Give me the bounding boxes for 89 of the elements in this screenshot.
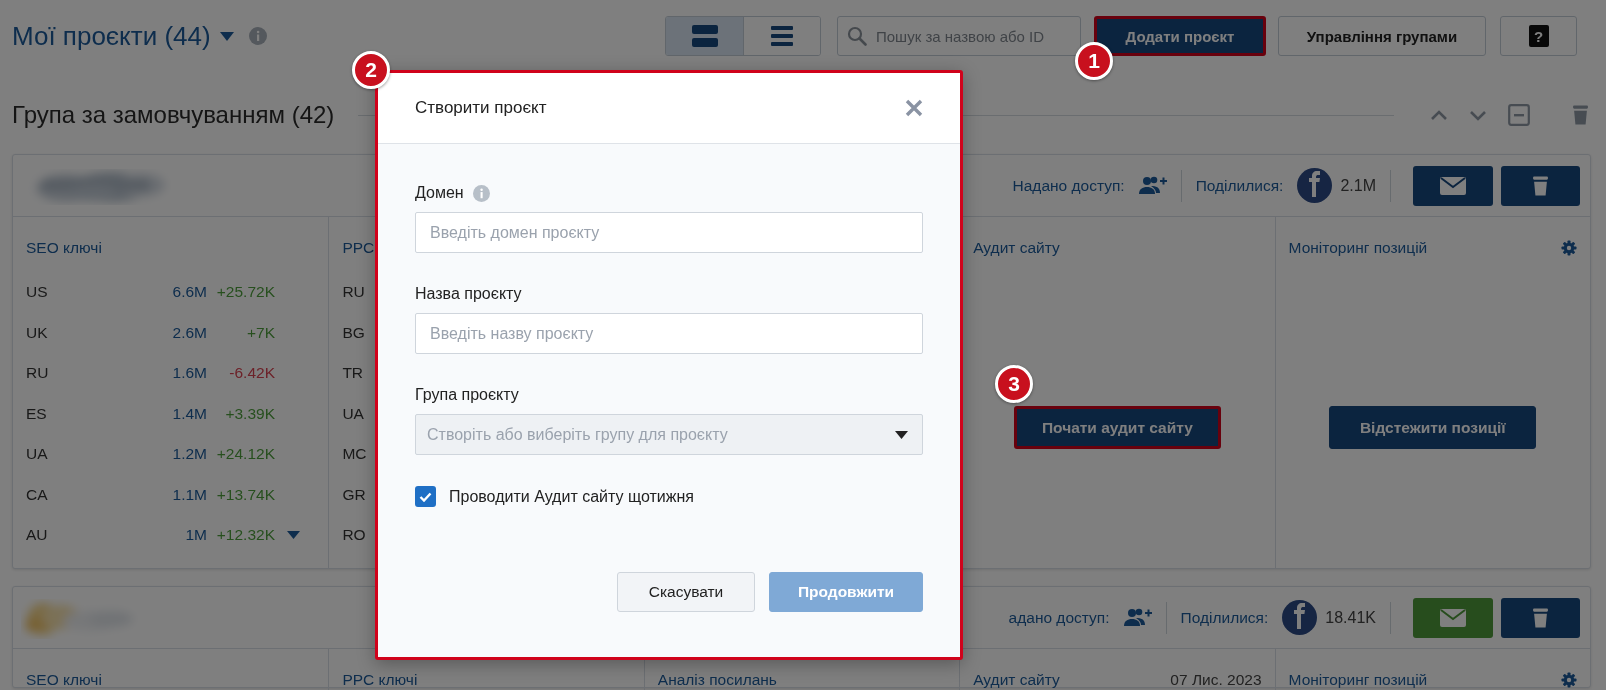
field-label: Домен (415, 184, 464, 202)
input-field[interactable]: Введіть назву проєкту (415, 313, 923, 354)
input-field[interactable]: Введіть домен проєкту (415, 212, 923, 253)
group-title: Група за замовчуванням (42) (12, 101, 335, 129)
social-icon[interactable] (1282, 600, 1318, 635)
close-icon[interactable] (905, 99, 923, 117)
social-icon[interactable] (1297, 168, 1333, 203)
email-button[interactable] (1413, 165, 1493, 206)
keyword-change: -6.42K (228, 364, 275, 383)
trash-icon (1532, 606, 1549, 629)
caret-icon[interactable] (219, 31, 234, 41)
access-label: Надано доступ: (1012, 176, 1125, 195)
action-button[interactable]: Почати аудит сайту (1013, 406, 1221, 449)
keyword-count[interactable]: 6.6M (147, 283, 207, 302)
mail-icon (1440, 608, 1466, 627)
keyword-change: +3.39K (224, 404, 275, 423)
country-code: CA (26, 485, 49, 504)
mail-icon (1440, 176, 1466, 195)
country-code: ES (26, 404, 48, 423)
keyword-count[interactable]: 1.2M (147, 445, 207, 464)
audit-date: 07 Лис. 2023 (1170, 671, 1262, 689)
trash-icon (1532, 174, 1549, 197)
chevron-up-icon[interactable] (1430, 109, 1448, 121)
column-title[interactable]: Аудит сайту (973, 671, 1060, 689)
column-title[interactable]: Аналіз посилань (657, 671, 777, 689)
view-toggle[interactable] (743, 17, 820, 55)
delete-button[interactable] (1501, 165, 1580, 206)
country-code: RU (26, 364, 50, 383)
country-code: US (26, 283, 49, 302)
manage-groups-button[interactable]: Управління групами (1278, 16, 1486, 56)
caret-icon[interactable] (286, 531, 300, 540)
column-title[interactable]: Моніторинг позицій (1288, 239, 1428, 257)
country-code: GR (342, 485, 366, 504)
action-button[interactable]: Відстежити позиції (1329, 406, 1537, 449)
list-view-icon (771, 25, 793, 47)
keyword-change: +25.72K (215, 283, 275, 302)
field-label: Назва проєкту (415, 285, 522, 303)
country-code: BG (342, 323, 365, 342)
check-icon (419, 491, 432, 502)
country-code: UK (26, 323, 49, 342)
country-code: UA (26, 445, 49, 464)
help-button[interactable]: ? (1500, 16, 1577, 56)
dialog-title: Створити проєкт (415, 98, 547, 118)
country-code: RO (342, 526, 366, 545)
column-title[interactable]: Аудит сайту (973, 239, 1060, 257)
column-title[interactable]: Моніторинг позицій (1288, 671, 1428, 689)
checkbox[interactable]: Проводити Аудит сайту щотижня (415, 486, 923, 507)
keyword-count[interactable]: 1.6M (147, 364, 207, 383)
shared-label: Поділилися: (1180, 608, 1269, 627)
keyword-count[interactable]: 2.6M (147, 323, 207, 342)
settings-icon[interactable] (1561, 240, 1577, 256)
field-label: Група проєкту (415, 386, 519, 404)
column-title[interactable]: SEO ключі (26, 671, 102, 689)
step-badge: 1 (1075, 42, 1113, 80)
country-code: RU (342, 283, 365, 302)
select-field[interactable]: Створіть або виберіть групу для проєкту (415, 414, 923, 455)
delete-button[interactable] (1501, 597, 1580, 638)
keyword-count[interactable]: 1M (147, 526, 207, 545)
country-code: UA (342, 404, 364, 423)
keyword-change: +13.74K (215, 485, 275, 504)
search-icon (847, 26, 867, 46)
email-button[interactable] (1413, 597, 1493, 638)
column-title[interactable]: SEO ключі (26, 239, 102, 257)
keyword-change: +24.12K (215, 445, 275, 464)
keyword-count[interactable]: 1.1M (147, 485, 207, 504)
share-count: 18.41K (1325, 608, 1376, 627)
page-title: Мої проєкти (44) (12, 20, 211, 52)
keyword-change: +12.32K (215, 526, 275, 545)
country-code: MC (342, 445, 367, 464)
column-title[interactable]: PPC ключі (342, 671, 418, 689)
country-code: TR (342, 364, 364, 383)
column-title[interactable]: PPC (342, 239, 375, 257)
share-count: 2.1M (1340, 176, 1376, 195)
chevron-down-icon[interactable] (1469, 109, 1487, 121)
view-toggle[interactable] (666, 17, 743, 55)
search-field[interactable]: Пошук за назвою або ID (837, 16, 1081, 56)
keyword-count[interactable]: 1.4M (147, 404, 207, 423)
cancel-button[interactable]: Скасувати (617, 572, 755, 612)
add-user-icon[interactable] (1138, 175, 1167, 196)
keyword-change: +7K (246, 323, 275, 342)
access-label: адано доступ: (1008, 608, 1110, 627)
step-badge: 2 (352, 51, 390, 89)
shared-label: Поділилися: (1195, 176, 1284, 195)
collapse-icon[interactable] (1508, 104, 1530, 126)
cards-view-icon (691, 25, 718, 47)
settings-icon[interactable] (1561, 672, 1577, 688)
caret-icon (895, 430, 908, 439)
country-code: AU (26, 526, 49, 545)
add-user-icon[interactable] (1123, 607, 1152, 628)
